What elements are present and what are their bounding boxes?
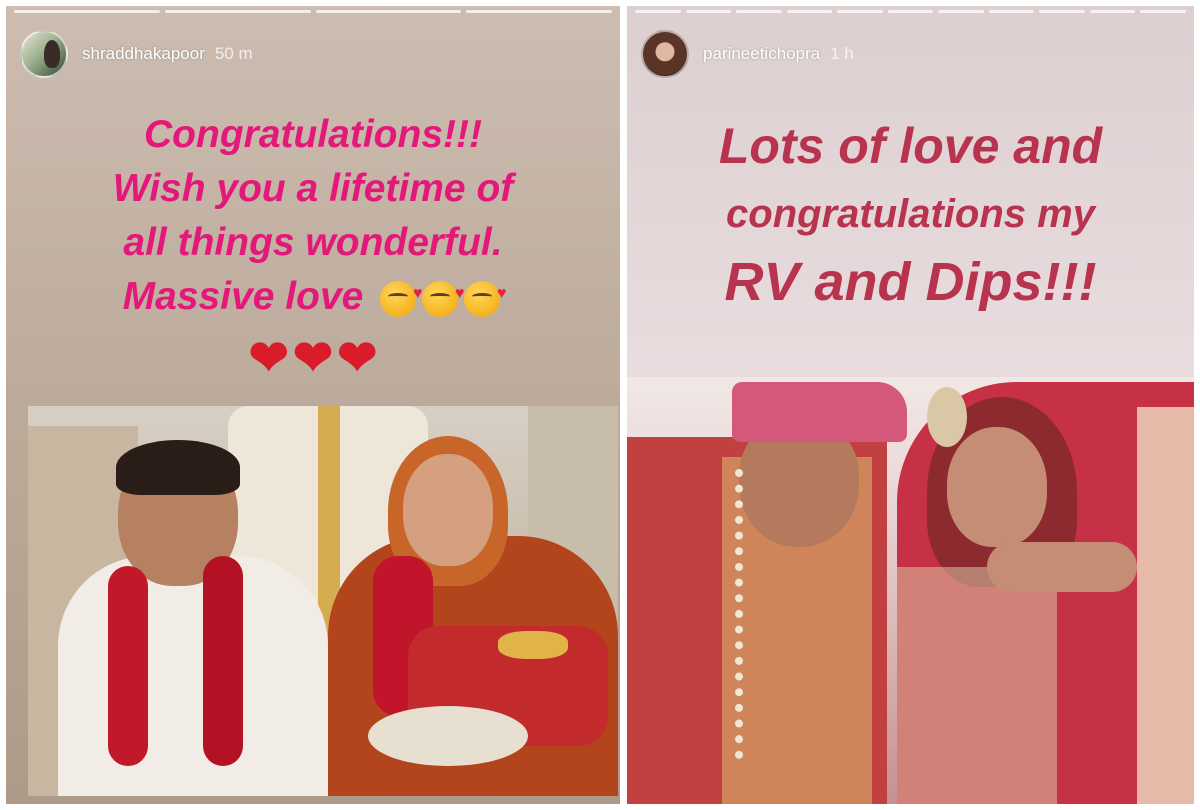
story-header: shraddhakapoor 50 m [20,30,253,78]
story-collage: shraddhakapoor 50 m Congratulations!!! W… [0,0,1200,810]
caption-line: all things wonderful. [123,221,503,264]
story-progress-bar [635,10,1187,13]
bride-face [947,427,1047,547]
caption-line-text: Massive love [122,275,364,318]
bride-hands [987,542,1137,592]
progress-segment [1089,10,1136,13]
username[interactable]: shraddhakapoor [82,44,205,64]
caption-line: RV and Dips!!! [724,252,1097,312]
username[interactable]: parineetichopra [703,44,820,64]
story-header: parineetichopra 1 h [641,30,854,78]
pearl-necklace [735,469,793,759]
bride-face [403,454,493,566]
progress-segment [837,10,883,13]
brass-bowls [498,631,568,659]
avatar[interactable] [20,30,68,78]
progress-segment [466,10,612,13]
caption-line: Wish you a lifetime of [112,167,514,210]
wedding-photo [28,406,618,796]
progress-segment [786,10,833,13]
story-caption: Lots of love and congratulations my RV a… [627,112,1194,316]
garland-left [108,566,148,766]
red-heart-emoji-icon: ❤ [248,331,289,385]
caption-line: congratulations my [726,192,1095,236]
caption-line: Lots of love and [718,118,1103,174]
progress-segment [685,10,732,13]
story-parineetichopra[interactable]: parineetichopra 1 h Lots of love and con… [627,6,1194,804]
progress-segment [14,10,160,13]
groom-kurta [58,556,328,796]
progress-segment [315,10,462,13]
progress-segment [887,10,934,13]
white-flowers [368,706,528,766]
story-shraddhakapoor[interactable]: shraddhakapoor 50 m Congratulations!!! W… [6,6,620,804]
emoji-row [377,267,506,326]
caption-line: Congratulations!!! [144,113,482,156]
wedding-photo [627,377,1194,804]
groom-hair [116,440,240,495]
story-progress-bar [14,10,612,13]
timestamp: 50 m [214,44,253,63]
progress-segment [1140,10,1187,13]
garland-right [203,556,243,766]
red-heart-emoji-icon: ❤ [292,331,334,385]
progress-segment [164,10,311,13]
kissing-face-emoji-icon [380,267,422,321]
timestamp: 1 h [830,44,854,63]
red-heart-emoji-icon: ❤ [337,331,378,385]
progress-segment [938,10,984,13]
avatar[interactable] [641,30,689,78]
progress-segment [988,10,1035,13]
maang-tikka [927,387,967,447]
progress-segment [736,10,782,13]
kissing-face-emoji-icon [464,267,506,321]
progress-segment [1039,10,1085,13]
groom-safa-turban [732,382,907,442]
kissing-face-emoji-icon [422,267,464,321]
hearts-row: ❤❤❤ [6,331,620,389]
progress-segment [635,10,681,13]
story-caption: Congratulations!!! Wish you a lifetime o… [6,108,620,389]
bridal-jewellery [897,567,1057,804]
background-guest [1137,407,1194,804]
caption-line: Massive love [6,267,620,326]
